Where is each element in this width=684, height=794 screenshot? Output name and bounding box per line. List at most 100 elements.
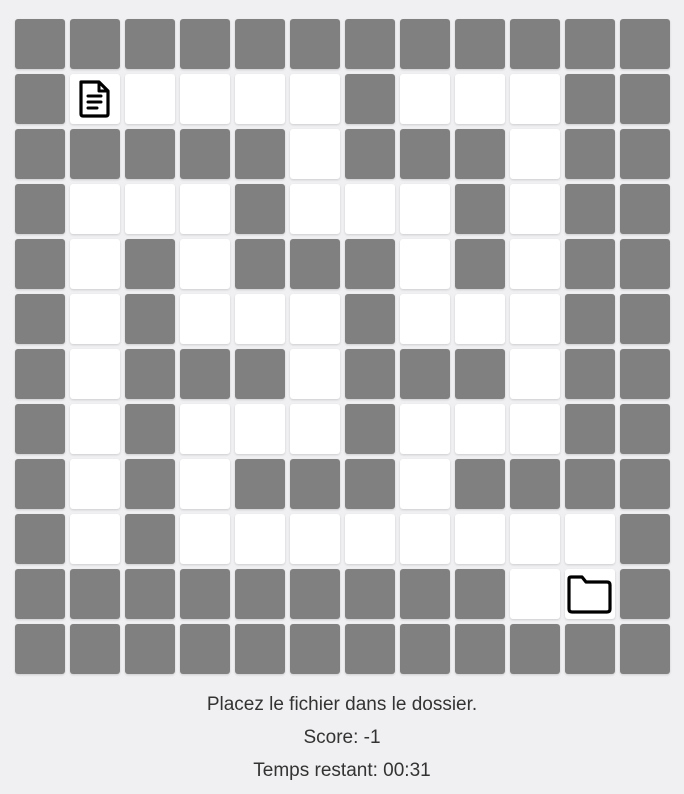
maze-wall-cell (455, 459, 505, 509)
maze-wall-cell (125, 349, 175, 399)
maze-path-cell[interactable] (345, 514, 395, 564)
instruction-text: Placez le fichier dans le dossier. (206, 694, 478, 715)
maze-wall-cell (70, 624, 120, 674)
maze-wall-cell (15, 19, 65, 69)
maze-path-cell[interactable] (510, 569, 560, 619)
maze-path-cell[interactable] (70, 349, 120, 399)
maze-path-cell[interactable] (510, 294, 560, 344)
maze-path-cell[interactable] (70, 459, 120, 509)
maze-path-cell[interactable] (455, 404, 505, 454)
maze-path-cell[interactable] (125, 184, 175, 234)
maze-path-cell[interactable] (510, 349, 560, 399)
maze-wall-cell (620, 74, 670, 124)
maze-path-cell[interactable] (290, 294, 340, 344)
maze-path-cell[interactable] (400, 184, 450, 234)
maze-path-cell[interactable] (70, 294, 120, 344)
maze-path-cell[interactable] (400, 459, 450, 509)
maze-path-cell[interactable] (290, 349, 340, 399)
maze-wall-cell (70, 129, 120, 179)
maze-path-cell[interactable] (180, 459, 230, 509)
maze-path-cell[interactable] (290, 129, 340, 179)
maze-wall-cell (455, 184, 505, 234)
game-container: Placez le fichier dans le dossier. Score… (0, 0, 684, 794)
file-document-icon[interactable] (70, 74, 120, 124)
maze-wall-cell (180, 19, 230, 69)
maze-path-cell[interactable] (400, 74, 450, 124)
maze-wall-cell (125, 239, 175, 289)
maze-path-cell[interactable] (180, 239, 230, 289)
maze-path-cell[interactable] (510, 404, 560, 454)
maze-wall-cell (15, 459, 65, 509)
maze-path-cell[interactable] (565, 514, 615, 564)
maze-path-cell[interactable] (180, 514, 230, 564)
maze-path-cell[interactable] (510, 239, 560, 289)
maze-path-cell[interactable] (180, 294, 230, 344)
maze-wall-cell (125, 404, 175, 454)
maze-path-cell[interactable] (235, 294, 285, 344)
maze-path-cell[interactable] (510, 129, 560, 179)
maze-wall-cell (565, 74, 615, 124)
maze-wall-cell (290, 459, 340, 509)
maze-path-cell[interactable] (290, 184, 340, 234)
maze-wall-cell (400, 349, 450, 399)
maze-path-cell[interactable] (400, 294, 450, 344)
maze-path-cell[interactable] (70, 404, 120, 454)
maze-path-cell[interactable] (290, 404, 340, 454)
maze-folder-cell[interactable] (565, 569, 615, 619)
maze-wall-cell (15, 624, 65, 674)
maze-path-cell[interactable] (455, 294, 505, 344)
maze-wall-cell (620, 459, 670, 509)
maze-path-cell[interactable] (235, 74, 285, 124)
maze-wall-cell (400, 129, 450, 179)
maze-path-cell[interactable] (235, 404, 285, 454)
maze-path-cell[interactable] (400, 404, 450, 454)
maze-wall-cell (565, 459, 615, 509)
maze-wall-cell (620, 514, 670, 564)
maze-path-cell[interactable] (235, 514, 285, 564)
maze-wall-cell (510, 624, 560, 674)
maze-wall-cell (565, 19, 615, 69)
maze-path-cell[interactable] (400, 514, 450, 564)
score-display: Score: -1 (303, 727, 381, 748)
maze-wall-cell (180, 569, 230, 619)
maze-wall-cell (15, 129, 65, 179)
maze-path-cell[interactable] (400, 239, 450, 289)
maze-wall-cell (235, 184, 285, 234)
maze-wall-cell (455, 19, 505, 69)
maze-wall-cell (345, 239, 395, 289)
maze-wall-cell (565, 294, 615, 344)
status-panel: Placez le fichier dans le dossier. Score… (0, 688, 684, 787)
maze-wall-cell (565, 239, 615, 289)
maze-path-cell[interactable] (70, 514, 120, 564)
maze-wall-cell (345, 459, 395, 509)
maze-path-cell[interactable] (70, 184, 120, 234)
maze-path-cell[interactable] (510, 74, 560, 124)
maze-wall-cell (70, 19, 120, 69)
maze-path-cell[interactable] (455, 514, 505, 564)
maze-path-cell[interactable] (510, 184, 560, 234)
maze-path-cell[interactable] (510, 514, 560, 564)
maze-path-cell[interactable] (290, 514, 340, 564)
maze-wall-cell (125, 624, 175, 674)
maze-path-cell[interactable] (180, 404, 230, 454)
maze-wall-cell (510, 19, 560, 69)
maze-path-cell[interactable] (345, 184, 395, 234)
maze-wall-cell (125, 514, 175, 564)
maze-wall-cell (565, 404, 615, 454)
maze-path-cell[interactable] (290, 74, 340, 124)
maze-path-cell[interactable] (180, 184, 230, 234)
maze-wall-cell (15, 184, 65, 234)
maze-wall-cell (620, 239, 670, 289)
maze-wall-cell (290, 569, 340, 619)
maze-path-cell[interactable] (455, 74, 505, 124)
maze-wall-cell (290, 19, 340, 69)
maze-wall-cell (345, 294, 395, 344)
folder-icon (567, 575, 612, 614)
maze-wall-cell (400, 19, 450, 69)
maze-path-cell[interactable] (180, 74, 230, 124)
maze-wall-cell (235, 19, 285, 69)
maze-wall-cell (455, 349, 505, 399)
maze-path-cell[interactable] (125, 74, 175, 124)
maze-file-cell[interactable] (70, 74, 120, 124)
maze-path-cell[interactable] (70, 239, 120, 289)
